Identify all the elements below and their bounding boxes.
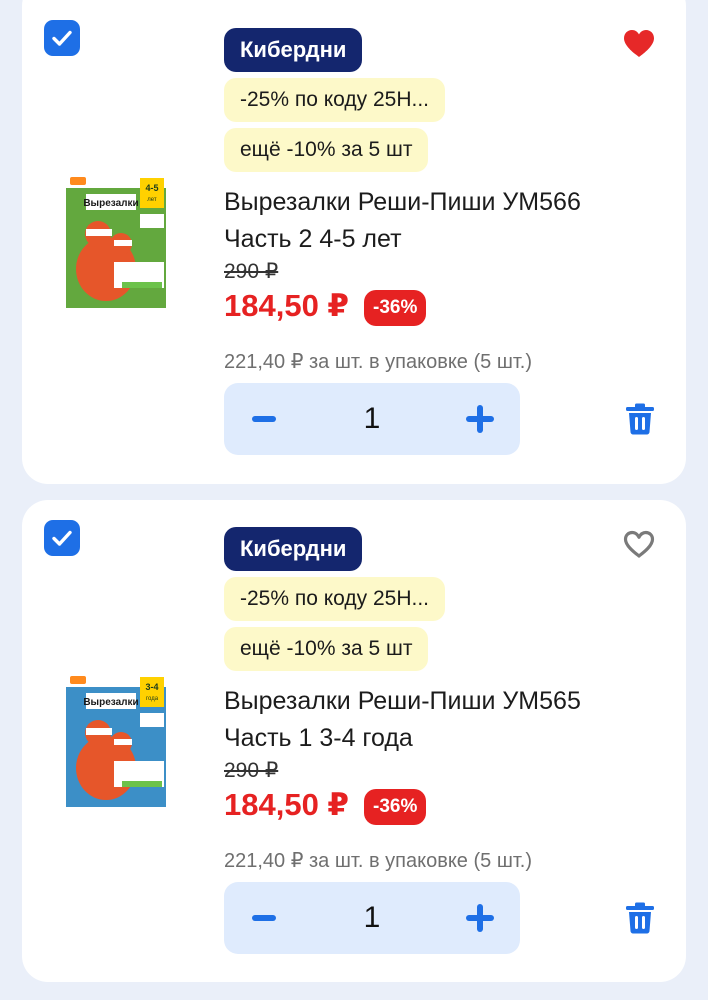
- heart-icon[interactable]: [622, 28, 656, 58]
- decrement-button[interactable]: [228, 383, 300, 455]
- minus-icon: [252, 915, 276, 921]
- cart-item-card: Кибердни -25% по коду 25Н... ещё -10% за…: [22, 0, 686, 484]
- minus-icon: [252, 416, 276, 422]
- check-icon: [52, 530, 72, 546]
- item-checkbox[interactable]: [44, 520, 80, 556]
- promo-code-badge[interactable]: -25% по коду 25Н...: [224, 78, 445, 122]
- discount-badge: -36%: [364, 789, 427, 825]
- pack-price: 221,40 ₽ за шт. в упаковке (5 шт.): [224, 351, 533, 373]
- product-thumbnail[interactable]: 4-5 лет Вырезалки: [66, 174, 166, 308]
- pack-price: 221,40 ₽ за шт. в упаковке (5 шт.): [224, 850, 533, 872]
- discount-badge: -36%: [364, 290, 427, 326]
- plus-icon: [466, 405, 494, 433]
- decrement-button[interactable]: [228, 882, 300, 954]
- cart-item-card: Кибердни -25% по коду 25Н... ещё -10% за…: [22, 500, 686, 982]
- plus-icon: [466, 904, 494, 932]
- quantity-value[interactable]: 1: [296, 882, 448, 954]
- trash-icon[interactable]: [624, 403, 656, 435]
- old-price: 290 ₽: [224, 260, 279, 283]
- cover-age: 4-5: [145, 183, 158, 193]
- old-price: 290 ₽: [224, 759, 279, 782]
- cover-title: Вырезалки: [83, 198, 138, 209]
- cover-age: 3-4: [145, 682, 158, 692]
- promo-code-badge[interactable]: -25% по коду 25Н...: [224, 577, 445, 621]
- quantity-stepper: 1: [224, 882, 520, 954]
- quantity-stepper: 1: [224, 383, 520, 455]
- trash-icon[interactable]: [624, 902, 656, 934]
- product-thumbnail[interactable]: 3-4 года Вырезалки: [66, 673, 166, 807]
- increment-button[interactable]: [444, 383, 516, 455]
- heart-outline-icon[interactable]: [622, 529, 656, 559]
- cover-title: Вырезалки: [83, 697, 138, 708]
- brand-badge[interactable]: Кибердни: [224, 28, 363, 72]
- product-title[interactable]: Вырезалки Реши-Пиши УМ566 Часть 2 4-5 ле…: [224, 184, 604, 258]
- current-price: 184,50 ₽: [224, 288, 349, 323]
- cover-age-unit: года: [146, 696, 159, 702]
- check-icon: [52, 30, 72, 46]
- increment-button[interactable]: [444, 882, 516, 954]
- brand-badge[interactable]: Кибердни: [224, 527, 363, 571]
- current-price: 184,50 ₽: [224, 787, 349, 822]
- bulk-discount-badge[interactable]: ещё -10% за 5 шт: [224, 128, 429, 172]
- bulk-discount-badge[interactable]: ещё -10% за 5 шт: [224, 627, 429, 671]
- cover-age-unit: лет: [147, 197, 157, 203]
- product-title[interactable]: Вырезалки Реши-Пиши УМ565 Часть 1 3-4 го…: [224, 683, 604, 757]
- item-checkbox[interactable]: [44, 20, 80, 56]
- quantity-value[interactable]: 1: [296, 383, 448, 455]
